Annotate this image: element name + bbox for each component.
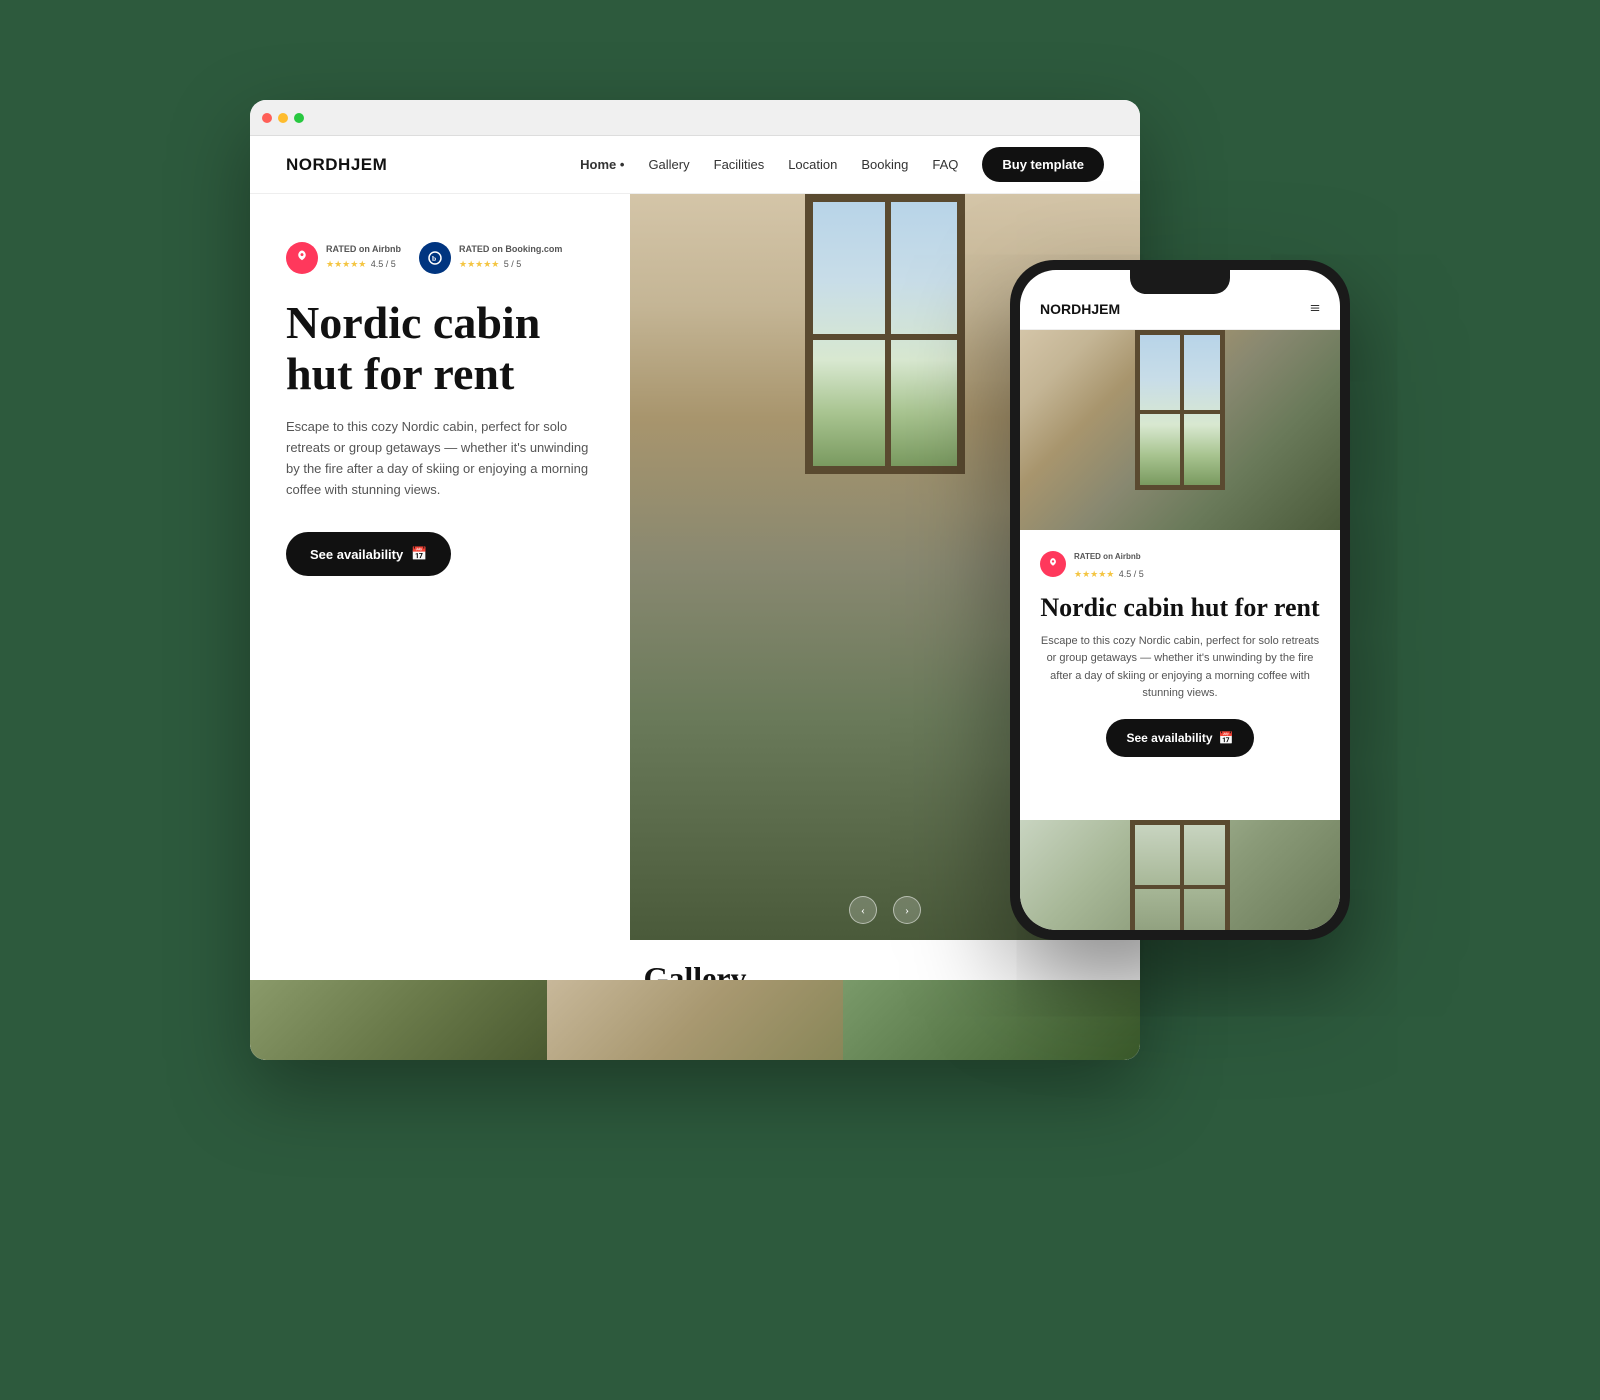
gallery-thumb-2[interactable] <box>547 980 844 1060</box>
phone-menu-icon[interactable]: ≡ <box>1310 298 1320 319</box>
booking-rating-stars: ★★★★★ <box>459 259 499 269</box>
phone-airbnb-stars: ★★★★★ <box>1074 569 1114 579</box>
carousel-prev-button[interactable]: ‹ <box>849 896 877 924</box>
carousel-controls: ‹ › <box>849 896 921 924</box>
ratings-row: RATED on Airbnb ★★★★★ 4.5 / 5 b <box>286 242 594 274</box>
gallery-thumb-3[interactable] <box>843 980 1140 1060</box>
phone-hero-image <box>1020 330 1340 530</box>
phone-airbnb-rating-label: RATED on Airbnb <box>1074 552 1141 561</box>
desktop-nav: NORDHJEM Home Gallery Facilities Locatio… <box>250 136 1140 194</box>
browser-maximize-dot[interactable] <box>294 113 304 123</box>
phone-availability-button[interactable]: See availability 📅 <box>1106 719 1253 757</box>
airbnb-icon <box>286 242 318 274</box>
phone-content: RATED on Airbnb ★★★★★ 4.5 / 5 Nordic cab… <box>1020 530 1340 773</box>
carousel-next-button[interactable]: › <box>893 896 921 924</box>
phone-notch <box>1130 270 1230 294</box>
phone-airbnb-icon <box>1040 551 1066 577</box>
calendar-icon: 📅 <box>411 546 427 562</box>
browser-minimize-dot[interactable] <box>278 113 288 123</box>
phone-airbnb-score: 4.5 / 5 <box>1119 569 1144 579</box>
booking-rating-text: RATED on Booking.com ★★★★★ 5 / 5 <box>459 244 562 272</box>
airbnb-rating-stars: ★★★★★ <box>326 259 366 269</box>
nav-link-booking[interactable]: Booking <box>861 157 908 172</box>
phone-mockup: NORDHJEM ≡ RATED on Airbnb <box>1010 260 1350 940</box>
nav-link-location[interactable]: Location <box>788 157 837 172</box>
browser-close-dot[interactable] <box>262 113 272 123</box>
nav-link-facilities[interactable]: Facilities <box>714 157 765 172</box>
availability-button-label: See availability <box>310 547 403 562</box>
phone-availability-label: See availability <box>1126 731 1212 745</box>
desktop-browser: NORDHJEM Home Gallery Facilities Locatio… <box>250 100 1140 1060</box>
desktop-nav-links: Home Gallery Facilities Location Booking… <box>580 157 958 172</box>
buy-template-button[interactable]: Buy template <box>982 147 1104 182</box>
scene: NORDHJEM Home Gallery Facilities Locatio… <box>250 100 1350 1300</box>
airbnb-rating-label: RATED on Airbnb <box>326 244 401 254</box>
browser-chrome <box>250 100 1140 136</box>
booking-rating-badge: b RATED on Booking.com ★★★★★ 5 / 5 <box>419 242 562 274</box>
phone-hero-description: Escape to this cozy Nordic cabin, perfec… <box>1040 633 1320 703</box>
nav-link-faq[interactable]: FAQ <box>932 157 958 172</box>
phone-bottom-image <box>1020 820 1340 930</box>
phone-rating-text: RATED on Airbnb ★★★★★ 4.5 / 5 <box>1074 546 1144 582</box>
desktop-brand-logo: NORDHJEM <box>286 155 387 175</box>
booking-icon: b <box>419 242 451 274</box>
svg-text:b: b <box>432 254 436 263</box>
nav-link-home[interactable]: Home <box>580 157 624 172</box>
phone-hero-title: Nordic cabin hut for rent <box>1040 594 1320 623</box>
phone-window-frame <box>1135 330 1225 490</box>
phone-inner: NORDHJEM ≡ RATED on Airbnb <box>1020 270 1340 930</box>
hero-description: Escape to this cozy Nordic cabin, perfec… <box>286 417 594 500</box>
phone-airbnb-rating-badge: RATED on Airbnb ★★★★★ 4.5 / 5 <box>1040 546 1320 582</box>
phone-calendar-icon: 📅 <box>1219 731 1234 745</box>
phone-brand-logo: NORDHJEM <box>1040 301 1120 317</box>
nav-link-gallery[interactable]: Gallery <box>648 157 689 172</box>
airbnb-rating-badge: RATED on Airbnb ★★★★★ 4.5 / 5 <box>286 242 401 274</box>
booking-rating-label: RATED on Booking.com <box>459 244 562 254</box>
gallery-thumb-1[interactable] <box>250 980 547 1060</box>
gallery-thumbnails <box>250 980 1140 1060</box>
airbnb-rating-score: 4.5 / 5 <box>371 259 396 269</box>
cabin-window-frame <box>805 194 965 474</box>
airbnb-rating-text: RATED on Airbnb ★★★★★ 4.5 / 5 <box>326 244 401 272</box>
airbnb-logo-icon <box>293 249 311 267</box>
booking-logo-icon: b <box>426 249 444 267</box>
phone-bottom-frame <box>1130 820 1230 930</box>
see-availability-button[interactable]: See availability 📅 <box>286 532 451 576</box>
hero-left-panel: RATED on Airbnb ★★★★★ 4.5 / 5 b <box>250 194 630 940</box>
desktop-hero: RATED on Airbnb ★★★★★ 4.5 / 5 b <box>250 194 1140 940</box>
phone-airbnb-logo-icon <box>1046 557 1060 571</box>
hero-title: Nordic cabin hut for rent <box>286 298 594 399</box>
booking-rating-score: 5 / 5 <box>504 259 522 269</box>
